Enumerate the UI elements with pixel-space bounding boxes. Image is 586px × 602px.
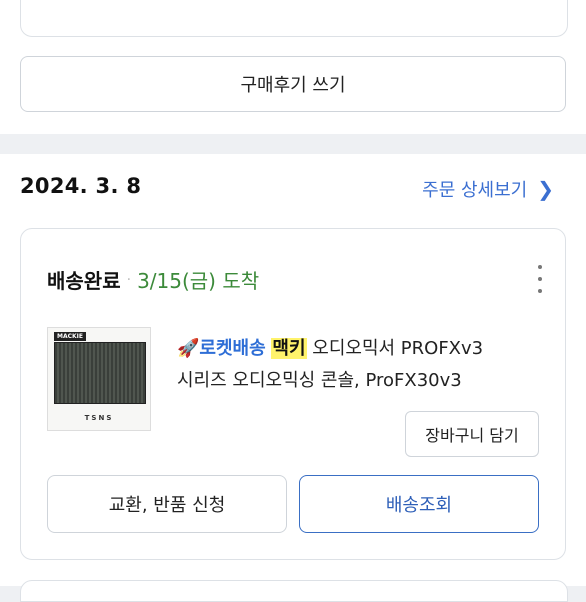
order-date: 2024. 3. 8 [20,174,142,198]
status-label: 배송완료 [47,269,121,293]
order-section: 2024. 3. 8 주문 상세보기 ❯ 배송완료 · 3/15(금) 도착 M… [0,154,586,586]
product-title[interactable]: 🚀로켓배송 맥키 오디오믹서 PROFXv3 시리즈 오디오믹싱 콘솔, Pro… [177,333,537,397]
previous-order-section: 구매후기 쓰기 [0,0,586,134]
previous-order-card [20,0,568,37]
add-to-cart-button[interactable]: 장바구니 담기 [405,411,539,457]
track-delivery-label: 배송조회 [385,495,453,516]
order-detail-label: 주문 상세보기 [422,180,528,201]
product-image-logo: MACKIE [54,332,86,341]
order-detail-link[interactable]: 주문 상세보기 ❯ [422,176,554,202]
exchange-return-button[interactable]: 교환, 반품 신청 [47,475,287,533]
add-to-cart-label: 장바구니 담기 [425,426,519,445]
product-image[interactable]: MACKIE TSNS [47,327,151,431]
write-review-label: 구매후기 쓰기 [240,75,346,96]
exchange-return-label: 교환, 반품 신청 [108,495,226,516]
rocket-delivery-badge: 로켓배송 [199,338,266,359]
delivery-status: 배송완료 · 3/15(금) 도착 [47,265,259,294]
arrival-date: 3/15(금) 도착 [137,269,260,293]
write-review-button[interactable]: 구매후기 쓰기 [20,56,566,112]
rocket-icon: 🚀 [177,338,200,359]
product-name-line1: 오디오믹서 PROFXv3 [312,338,484,359]
brand-highlight: 맥키 [271,338,307,359]
mixer-illustration [54,342,146,404]
next-order-card [20,580,568,602]
product-name-line2: 시리즈 오디오믹싱 콘솔, ProFX30v3 [177,370,462,391]
order-card: 배송완료 · 3/15(금) 도착 MACKIE TSNS 🚀로켓배송 맥키 오… [20,228,566,560]
product-image-tag: TSNS [84,414,114,422]
more-options-icon[interactable] [533,265,547,293]
track-delivery-button[interactable]: 배송조회 [299,475,539,533]
chevron-right-icon: ❯ [537,177,554,201]
status-separator: · [126,271,132,288]
